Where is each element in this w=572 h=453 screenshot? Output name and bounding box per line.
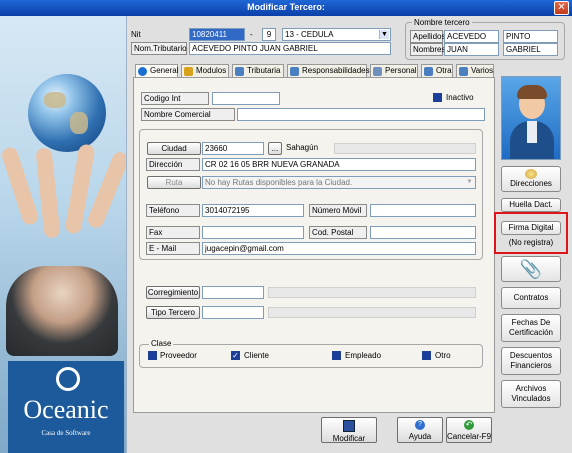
telefono-label: Teléfono: [146, 204, 200, 217]
list-icon: [290, 67, 299, 76]
nombres-label: Nombres: [410, 43, 445, 56]
nom-tributario-label: Nom.Tributario: [131, 42, 187, 55]
codigo-int-input[interactable]: [212, 92, 280, 105]
nombre1-input[interactable]: JUAN: [444, 43, 499, 56]
logo-subtitle: Casa de Software: [41, 429, 91, 437]
archivos-vinculados-button[interactable]: Archivos Vinculados: [501, 380, 561, 408]
tab-varios[interactable]: Varios: [456, 64, 494, 78]
logo-name: Oceanic: [23, 395, 109, 424]
nombre2-input[interactable]: GABRIEL: [503, 43, 558, 56]
chevron-down-icon[interactable]: ▼: [379, 30, 389, 39]
postal-label: Cod. Postal: [309, 226, 367, 239]
inactivo-checkbox[interactable]: [433, 93, 442, 102]
nombre-comercial-label: Nombre Comercial: [141, 108, 235, 121]
direccion-input[interactable]: CR 02 16 05 BRR NUEVA GRANADA: [202, 158, 476, 171]
ayuda-button[interactable]: ? Ayuda: [397, 417, 443, 443]
doc-type-value: 13 - CEDULA: [285, 30, 334, 39]
nit-input[interactable]: 10820411: [189, 28, 245, 41]
dv-input[interactable]: 9: [262, 28, 276, 41]
nombre-comercial-input[interactable]: [237, 108, 485, 121]
ciudad-input[interactable]: 23660: [202, 142, 264, 155]
help-icon: ?: [415, 420, 425, 430]
cliente-label: Cliente: [244, 351, 269, 360]
apellidos-label: Apellidos: [410, 30, 445, 43]
window-title: Modificar Tercero:: [247, 2, 325, 12]
email-input[interactable]: jugacepin@gmail.com: [202, 242, 476, 255]
ruta-select[interactable]: No hay Rutas disponibles para la Ciudad.…: [202, 176, 476, 189]
tipo-tercero-button[interactable]: Tipo Tercero: [146, 306, 200, 319]
otro-label: Otro: [435, 351, 451, 360]
tab-modulos[interactable]: Modulos: [181, 64, 229, 78]
ciudad-browse-button[interactable]: ...: [268, 142, 282, 155]
nom-tributario-input[interactable]: ACEVEDO PINTO JUAN GABRIEL: [189, 42, 391, 55]
nit-label: Nit: [131, 30, 141, 39]
direcciones-button[interactable]: Direcciones: [501, 166, 561, 192]
chevron-down-icon[interactable]: ▼: [465, 178, 474, 187]
firma-status: (No registra): [508, 238, 554, 247]
inactivo-label: Inactivo: [446, 93, 474, 102]
title-bar: Modificar Tercero:: [0, 0, 572, 16]
cliente-checkbox[interactable]: ✓: [231, 351, 240, 360]
modificar-button[interactable]: Modificar: [321, 417, 377, 443]
close-icon[interactable]: ✕: [554, 1, 569, 15]
brand-image: Oceanic Casa de Software: [0, 16, 127, 453]
empleado-label: Empleado: [345, 351, 382, 360]
fechas-certificacion-button[interactable]: Fechas De Certificación: [501, 314, 561, 342]
cancelar-button[interactable]: ↶ Cancelar-F9: [446, 417, 492, 443]
huella-button[interactable]: Huella Dact.: [501, 198, 561, 212]
tab-tributaria[interactable]: Tributaria: [232, 64, 284, 78]
paperclip-icon[interactable]: 📎: [501, 256, 561, 282]
tab-otra[interactable]: Otra: [421, 64, 453, 78]
palette-icon: [525, 169, 537, 179]
apellido2-input[interactable]: PINTO: [503, 30, 558, 43]
corregimiento-input[interactable]: [202, 286, 264, 299]
save-icon: [343, 420, 355, 432]
proveedor-label: Proveedor: [160, 351, 197, 360]
tab-general[interactable]: General: [135, 64, 178, 78]
movil-input[interactable]: [370, 204, 476, 217]
empleado-checkbox[interactable]: [332, 351, 341, 360]
corregimiento-button[interactable]: Corregimiento: [146, 286, 200, 299]
proveedor-checkbox[interactable]: [148, 351, 157, 360]
direccion-label: Dirección: [146, 158, 200, 171]
contratos-button[interactable]: Contratos: [501, 287, 561, 309]
document-icon: [235, 67, 244, 76]
fax-input[interactable]: [202, 226, 304, 239]
telefono-input[interactable]: 3014072195: [202, 204, 304, 217]
ruta-button[interactable]: Ruta: [147, 176, 201, 189]
globe-image: [28, 74, 106, 152]
modules-icon: [184, 67, 193, 76]
nombre-tercero-legend: Nombre tercero: [412, 16, 472, 29]
postal-input[interactable]: [370, 226, 476, 239]
info-icon: [138, 67, 147, 76]
oceanic-logo: Oceanic Casa de Software: [8, 361, 124, 453]
tab-personal[interactable]: Personal: [370, 64, 418, 78]
tipo-tercero-input[interactable]: [202, 306, 264, 319]
apellido1-input[interactable]: ACEVEDO: [444, 30, 499, 43]
page-icon: [424, 67, 433, 76]
otro-checkbox[interactable]: [422, 351, 431, 360]
ciudad-button[interactable]: Ciudad: [147, 142, 201, 155]
codigo-int-label: Codigo Int: [141, 92, 209, 105]
ruta-value: No hay Rutas disponibles para la Ciudad.: [205, 178, 353, 187]
descuentos-financieros-button[interactable]: Descuentos Financieros: [501, 347, 561, 375]
folder-icon: [459, 67, 468, 76]
fax-label: Fax: [146, 226, 200, 239]
tab-responsabilidades[interactable]: Responsabilidades: [287, 64, 370, 78]
email-label: E - Mail: [146, 242, 200, 255]
firma-button[interactable]: Firma Digital: [501, 221, 561, 235]
ciudad-name: Sahagún: [286, 143, 319, 152]
avatar: [501, 76, 561, 160]
doc-type-select[interactable]: 13 - CEDULA ▼: [282, 28, 391, 41]
undo-icon: ↶: [464, 420, 474, 430]
movil-label: Número Móvil: [309, 204, 367, 217]
person-icon: [373, 67, 382, 76]
